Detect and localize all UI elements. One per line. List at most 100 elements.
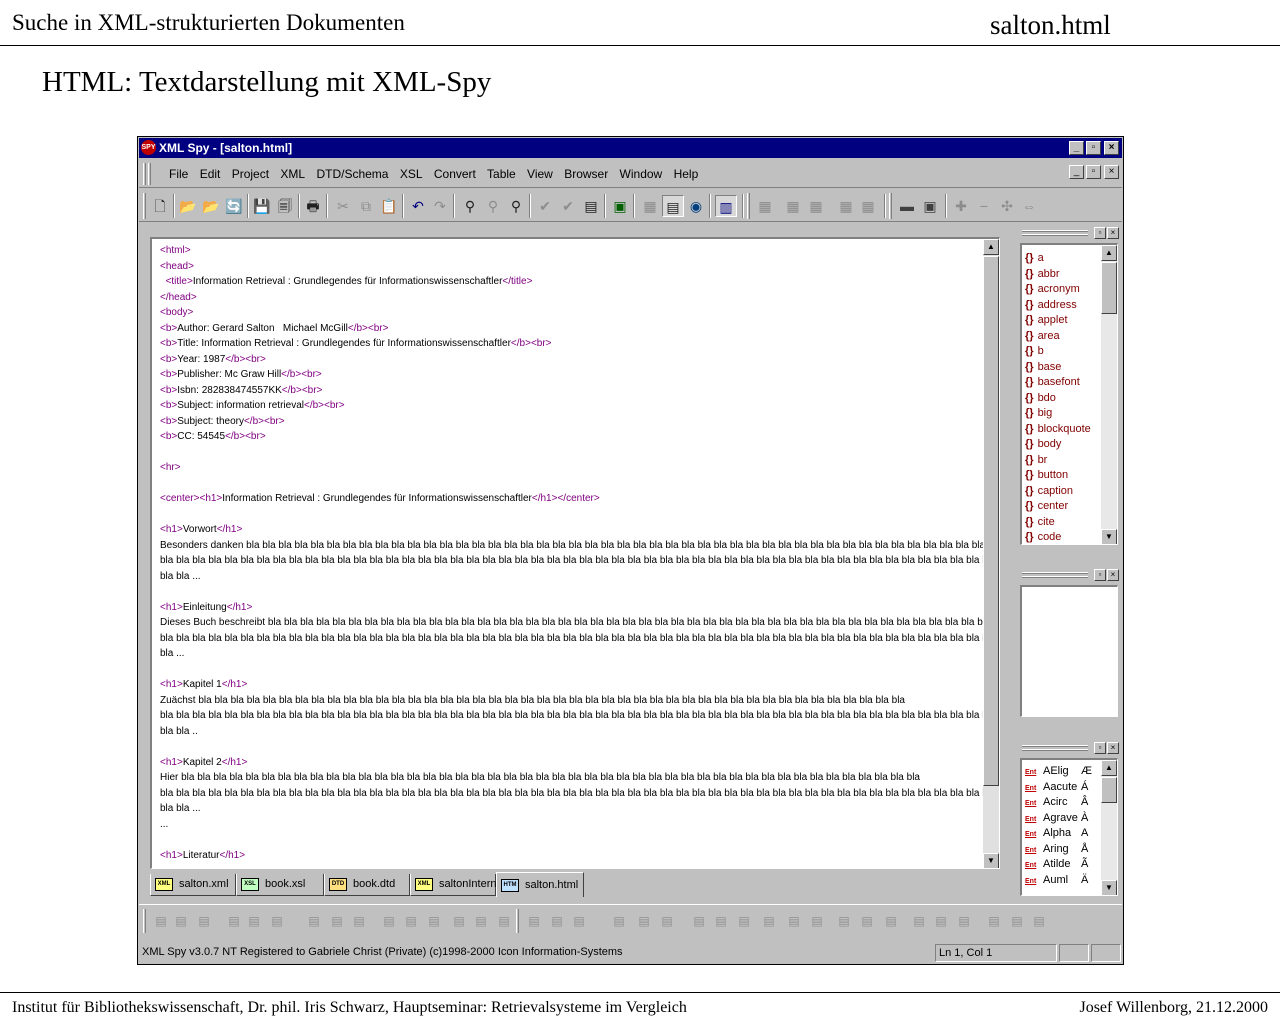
menu-xsl[interactable]: XSL [400, 167, 423, 181]
printer-icon[interactable]: 🖶 [302, 195, 324, 217]
table-flip-icon[interactable]: ▦ [857, 195, 879, 217]
elements-scrollbar[interactable]: ▲ ▼ [1101, 245, 1117, 544]
element-list-item[interactable]: {} applet [1025, 313, 1068, 329]
xsl-tool-icon[interactable]: ▤ [524, 911, 544, 931]
panel-header[interactable]: ▫ × [1018, 227, 1122, 241]
dtd-schema-icon[interactable]: ▤ [580, 195, 602, 217]
element-list-item[interactable]: {} button [1025, 468, 1068, 484]
element-list-item[interactable]: {} area [1025, 329, 1060, 345]
menu-window[interactable]: Window [620, 167, 663, 181]
entity-list-item[interactable]: Ent Aacute Á [1025, 780, 1088, 796]
monitor-icon[interactable]: ▬ [896, 195, 918, 217]
xsl-tool-icon[interactable]: ▤ [304, 911, 324, 931]
xsl-tool-icon[interactable]: ▤ [634, 911, 654, 931]
xsl-tool-icon[interactable]: ▤ [171, 911, 191, 931]
append-row-icon[interactable]: ▦ [782, 195, 804, 217]
entity-list-item[interactable]: Ent Atilde Ã [1025, 857, 1088, 873]
toolbar-grip[interactable] [143, 909, 146, 933]
doc-minimize-button[interactable]: _ [1069, 165, 1084, 179]
tab-book-xsl[interactable]: XSL book.xsl [236, 874, 324, 896]
entity-list-item[interactable]: Ent Alpha Α [1025, 826, 1088, 842]
tab-book-dtd[interactable]: DTD book.dtd [324, 874, 410, 896]
check-wellformed-icon[interactable]: ✔ [534, 195, 556, 217]
find-next-icon[interactable]: ⚲ [482, 195, 504, 217]
text-view-icon[interactable]: ▤ [662, 195, 684, 217]
scissors-icon[interactable]: ✂ [332, 195, 354, 217]
scroll-thumb[interactable] [983, 256, 999, 786]
xsl-tool-icon[interactable]: ▤ [224, 911, 244, 931]
reload-icon[interactable]: 🔄 [223, 195, 245, 217]
element-list-item[interactable]: {} a [1025, 251, 1044, 267]
insert-row-icon[interactable]: ▦ [754, 195, 776, 217]
xsl-tool-icon[interactable]: ▤ [244, 911, 264, 931]
toolbar-grip[interactable] [516, 909, 519, 933]
panel-maximize-button[interactable]: ▫ [1094, 742, 1106, 754]
enhanced-grid-view-icon[interactable]: ▦ [639, 195, 661, 217]
code-view[interactable]: <html> <head> <title>Information Retrieva… [160, 243, 999, 863]
xsl-tool-icon[interactable]: ▤ [267, 911, 287, 931]
scroll-down-button[interactable]: ▼ [983, 853, 999, 868]
xsl-tool-icon[interactable]: ▤ [689, 911, 709, 931]
menu-dtd-schema[interactable]: DTD/Schema [316, 167, 388, 181]
element-list-item[interactable]: {} basefont [1025, 375, 1080, 391]
xsl-tool-icon[interactable]: ▤ [711, 911, 731, 931]
xsl-tool-icon[interactable]: ▤ [784, 911, 804, 931]
save-all-icon[interactable]: 🗐 [274, 195, 296, 217]
entity-list-item[interactable]: Ent AElig Æ [1025, 764, 1092, 780]
scroll-up-button[interactable]: ▲ [983, 239, 999, 255]
scroll-up-button[interactable]: ▲ [1101, 760, 1117, 776]
entities-list[interactable]: Ent AElig Æ Ent Aacute Á Ent Acirc Â Ent Agrave À En… [1020, 758, 1118, 896]
entity-list-item[interactable]: Ent Auml Ä [1025, 873, 1088, 889]
xsl-tool-icon[interactable]: ▤ [734, 911, 754, 931]
entry-helpers-icon[interactable]: ▥ [715, 195, 737, 217]
redo-icon[interactable]: ↷ [429, 195, 451, 217]
element-list-item[interactable]: {} caption [1025, 484, 1073, 500]
undo-icon[interactable]: ↶ [407, 195, 429, 217]
table-sort-icon[interactable]: ▦ [835, 195, 857, 217]
window-titlebar[interactable]: SPY XML Spy - [salton.html] _ ▫ × [139, 138, 1122, 158]
delete-row-icon[interactable]: ▦ [805, 195, 827, 217]
xsl-tool-icon[interactable]: ▤ [471, 911, 491, 931]
xsl-tool-icon[interactable]: ▤ [424, 911, 444, 931]
element-list-item[interactable]: {} center [1025, 499, 1068, 515]
menu-grip[interactable] [143, 163, 146, 185]
entity-list-item[interactable]: Ent Acirc Â [1025, 795, 1088, 811]
scroll-down-button[interactable]: ▼ [1101, 880, 1117, 895]
entity-list-item[interactable]: Ent Agrave À [1025, 811, 1088, 827]
element-list-item[interactable]: {} base [1025, 360, 1061, 376]
doc-restore-button[interactable]: ▫ [1086, 165, 1101, 179]
file-view-icon[interactable]: ▣ [919, 195, 941, 217]
binoculars-icon[interactable]: ⚲ [459, 195, 481, 217]
close-button[interactable]: × [1104, 141, 1119, 155]
scroll-up-button[interactable]: ▲ [1101, 245, 1117, 261]
scroll-thumb[interactable] [1101, 777, 1117, 803]
new-document-icon[interactable]: 🗋 [149, 195, 171, 217]
xsl-tool-icon[interactable]: ▤ [857, 911, 877, 931]
xsl-tool-icon[interactable]: ▤ [1007, 911, 1027, 931]
open-url-icon[interactable]: 📂 [200, 195, 222, 217]
xsl-tool-icon[interactable]: ▤ [931, 911, 951, 931]
xsl-tool-icon[interactable]: ▤ [327, 911, 347, 931]
toolbar-grip-2[interactable] [747, 193, 750, 219]
xsl-tool-icon[interactable]: ▤ [349, 911, 369, 931]
menu-project[interactable]: Project [232, 167, 269, 181]
xsl-tool-icon[interactable]: ▤ [609, 911, 629, 931]
minimize-button[interactable]: _ [1069, 141, 1084, 155]
element-list-item[interactable]: {} bdo [1025, 391, 1056, 407]
toolbar-grip[interactable] [143, 193, 146, 219]
scroll-thumb[interactable] [1101, 262, 1117, 314]
panel-header[interactable]: ▫ × [1018, 569, 1122, 583]
collapse-icon[interactable]: − [973, 195, 995, 217]
menu-grip-2[interactable] [148, 163, 151, 185]
xsl-tool-icon[interactable]: ▤ [657, 911, 677, 931]
element-list-item[interactable]: {} big [1025, 406, 1052, 422]
xsl-transform-icon[interactable]: ▣ [609, 195, 631, 217]
menu-xml[interactable]: XML [280, 167, 305, 181]
xsl-tool-icon[interactable]: ▤ [379, 911, 399, 931]
xsl-tool-icon[interactable]: ▤ [494, 911, 514, 931]
xsl-tool-icon[interactable]: ▤ [401, 911, 421, 931]
element-list-item[interactable]: {} abbr [1025, 267, 1060, 283]
optimal-width-icon[interactable]: ⇔ [1018, 195, 1040, 217]
save-disk-icon[interactable]: 💾 [251, 195, 273, 217]
xsl-tool-icon[interactable]: ▤ [1029, 911, 1049, 931]
